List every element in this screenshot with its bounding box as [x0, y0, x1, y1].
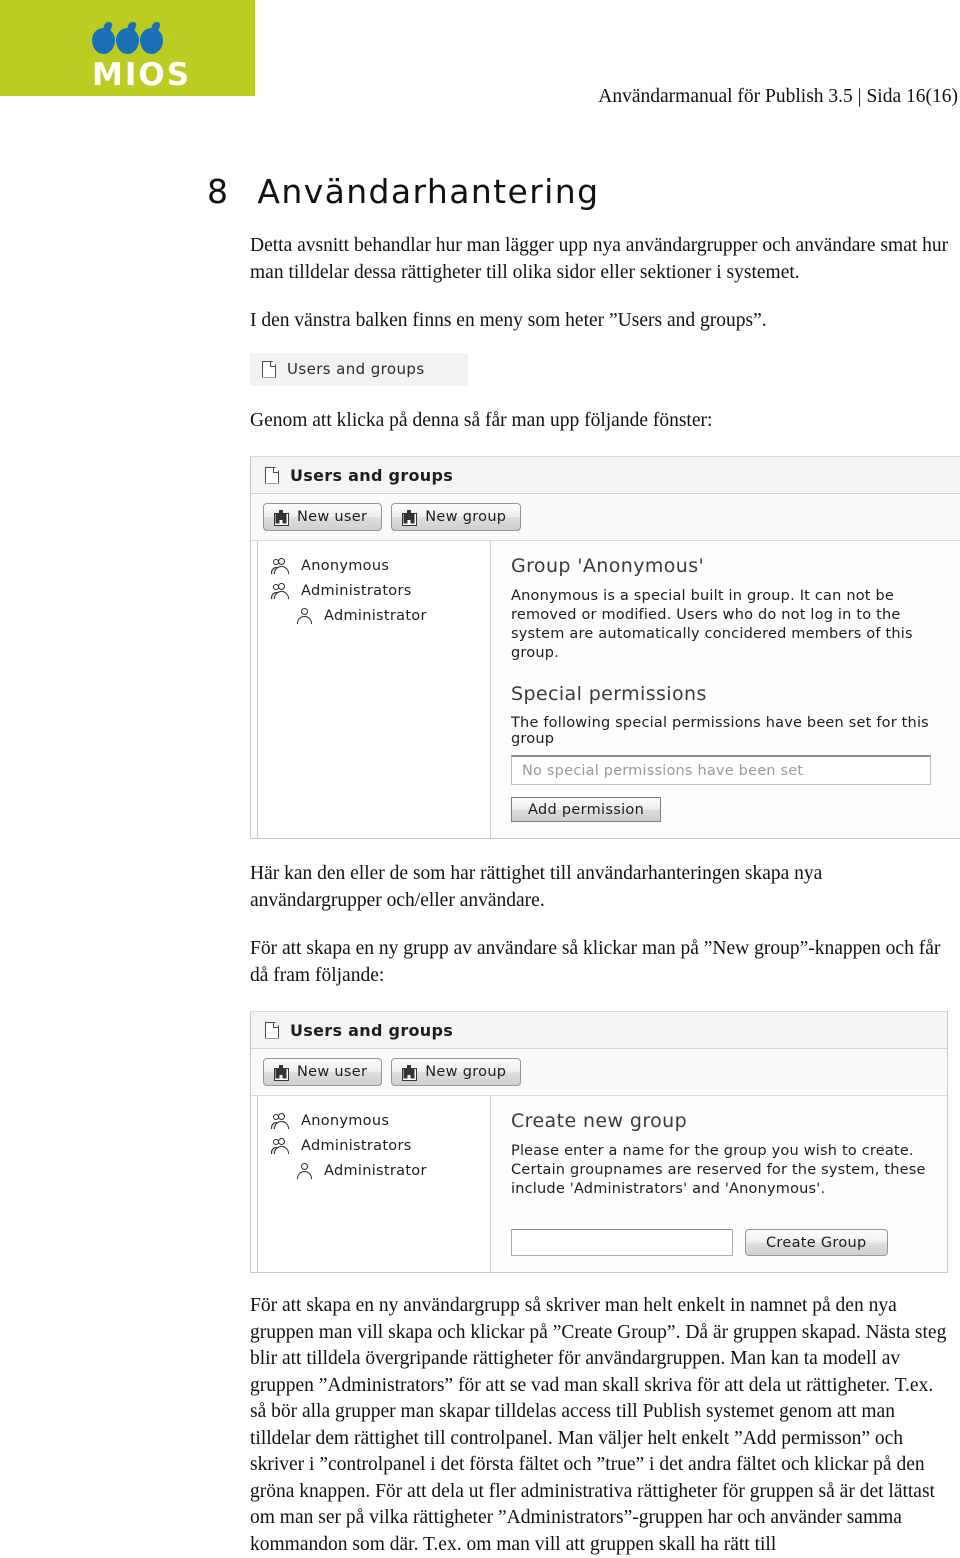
- paragraph-after-shot1: Här kan den eller de som har rättighet t…: [250, 863, 823, 911]
- paragraph-closing: För att skapa en ny användargrupp så skr…: [250, 1295, 947, 1555]
- tree-item-administrator[interactable]: Administrator: [251, 603, 490, 628]
- user-icon: [296, 607, 313, 624]
- create-group-heading: Create new group: [511, 1110, 688, 1132]
- paragraph-before-shot2: För att skapa en ny grupp av användare s…: [250, 938, 941, 986]
- tree-item-anonymous[interactable]: Anonymous: [251, 1108, 490, 1133]
- brand-logo-block: MIOS: [0, 0, 255, 96]
- document-icon: [265, 466, 279, 484]
- document-content: 8 Användarhantering Detta avsnitt behandl…: [0, 172, 960, 1558]
- shot1-title: Users and groups: [290, 465, 454, 485]
- group-detail-description: Anonymous is a special built in group. I…: [511, 588, 913, 661]
- new-group-button[interactable]: New group: [391, 1058, 522, 1086]
- new-user-button[interactable]: New user: [263, 1058, 383, 1086]
- group-icon: [271, 582, 290, 599]
- special-permissions-note: The following special permissions have b…: [511, 715, 929, 747]
- group-icon: [271, 1137, 290, 1154]
- group-icon: [271, 557, 290, 574]
- tree-item-label: Anonymous: [301, 557, 390, 574]
- special-permissions-heading: Special permissions: [511, 683, 707, 705]
- users-and-groups-chip: Users and groups: [250, 352, 468, 386]
- add-plus-icon: [274, 510, 289, 526]
- group-name-input[interactable]: [511, 1229, 733, 1256]
- shot2-title: Users and groups: [290, 1020, 454, 1040]
- shot2-body: Anonymous Administrators Administrator C…: [251, 1096, 947, 1272]
- tree-item-label: Administrator: [324, 1162, 427, 1179]
- screenshot-create-new-group: Users and groups New user New group Anon…: [250, 1011, 948, 1273]
- tree-item-label: Administrators: [301, 1137, 412, 1154]
- new-user-label: New user: [297, 1064, 368, 1080]
- new-group-label: New group: [425, 509, 507, 525]
- new-group-button[interactable]: New group: [391, 503, 522, 531]
- paragraph-after-chip: Genom att klicka på denna så får man upp…: [250, 409, 713, 431]
- page-header: MIOS Användarmanual för Publish 3.5 | Si…: [0, 0, 960, 107]
- shot2-tree: Anonymous Administrators Administrator: [251, 1096, 491, 1272]
- section-title-text: Användarhantering: [257, 172, 600, 211]
- user-icon: [296, 1162, 313, 1179]
- tree-item-administrators[interactable]: Administrators: [251, 1133, 490, 1158]
- add-permission-button[interactable]: Add permission: [511, 797, 662, 822]
- add-plus-icon: [402, 1065, 418, 1081]
- create-group-button[interactable]: Create Group: [745, 1229, 888, 1256]
- create-group-row: Create Group: [511, 1229, 931, 1256]
- document-icon: [265, 1021, 279, 1039]
- shot2-titlebar: Users and groups: [251, 1012, 947, 1049]
- tree-item-label: Anonymous: [301, 1112, 390, 1129]
- tree-item-anonymous[interactable]: Anonymous: [251, 553, 490, 578]
- tree-item-administrators[interactable]: Administrators: [251, 578, 490, 603]
- chip-label: Users and groups: [287, 360, 425, 378]
- shot1-body: Anonymous Administrators Administrator G…: [251, 541, 960, 838]
- mios-mark-icon: [92, 22, 222, 56]
- shot2-detail-pane: Create new group Please enter a name for…: [491, 1096, 947, 1272]
- group-detail-heading: Group 'Anonymous': [511, 555, 705, 577]
- tree-item-label: Administrators: [301, 582, 412, 599]
- create-group-description: Please enter a name for the group you wi…: [511, 1143, 926, 1197]
- shot2-toolbar: New user New group: [251, 1049, 947, 1096]
- page-title: 8 Användarhantering: [207, 172, 960, 211]
- group-icon: [271, 1112, 290, 1129]
- new-user-button[interactable]: New user: [263, 503, 383, 531]
- shot1-toolbar: New user New group: [251, 494, 960, 541]
- add-plus-icon: [274, 1065, 289, 1081]
- tree-item-administrator[interactable]: Administrator: [251, 1158, 490, 1183]
- logo-inner: MIOS: [92, 22, 222, 92]
- tree-item-label: Administrator: [324, 607, 427, 624]
- paragraph-menu-hint: I den vänstra balken finns en meny som h…: [250, 310, 767, 331]
- shot1-titlebar: Users and groups: [251, 457, 960, 494]
- add-plus-icon: [402, 510, 418, 526]
- new-group-label: New group: [425, 1064, 507, 1080]
- shot1-tree: Anonymous Administrators Administrator: [251, 541, 491, 838]
- screenshot-users-and-groups-overview: Users and groups New user New group Anon…: [250, 456, 960, 839]
- permissions-empty-box: No special permissions have been set: [511, 755, 931, 785]
- section-number: 8: [207, 172, 230, 211]
- logo-wordmark: MIOS: [92, 57, 192, 93]
- paragraph-intro: Detta avsnitt behandlar hur man lägger u…: [250, 235, 949, 283]
- document-icon: [262, 360, 276, 378]
- new-user-label: New user: [297, 509, 368, 525]
- shot1-detail-pane: Group 'Anonymous' Anonymous is a special…: [491, 541, 960, 838]
- document-header-meta: Användarmanual för Publish 3.5 | Sida 16…: [598, 86, 958, 107]
